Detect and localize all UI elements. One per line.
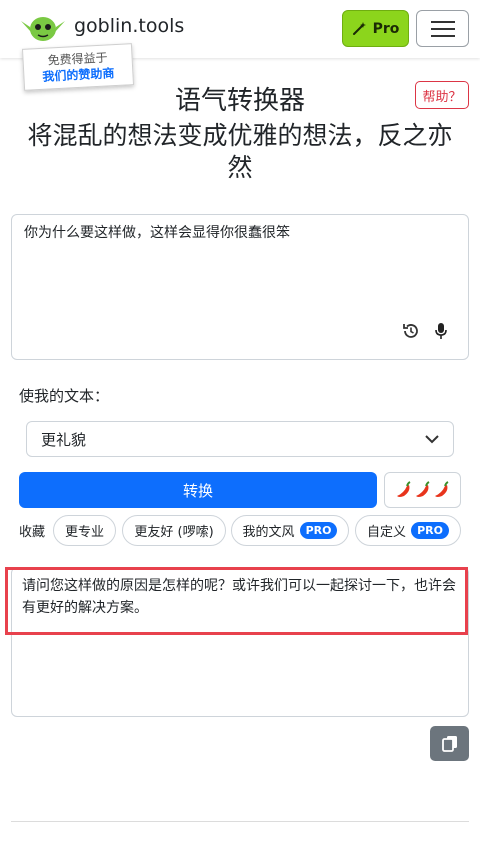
chip-label: 自定义 <box>367 525 407 540</box>
brand-name[interactable]: goblin.tools <box>74 15 184 37</box>
microphone-icon[interactable] <box>434 322 448 340</box>
make-text-label: 使我的文本： <box>19 387 110 405</box>
pro-badge: PRO <box>411 522 449 539</box>
chili-pepper-icon <box>415 481 429 497</box>
pro-button-label: Pro <box>372 20 400 37</box>
magic-wand-icon <box>352 22 366 35</box>
tone-select[interactable]: 更礼貌 <box>26 421 454 457</box>
chip-label: 我的文风 <box>242 525 295 540</box>
pro-button[interactable]: Pro <box>342 10 409 47</box>
chip-label: 更专业 <box>64 525 104 540</box>
input-textarea[interactable]: 你为什么要这样做，这样会显得你很蠢很笨 <box>11 214 469 360</box>
chili-pepper-icon <box>434 481 448 497</box>
input-tools <box>402 322 448 340</box>
pro-badge: PRO <box>299 522 338 539</box>
convert-button[interactable]: 转换 <box>19 472 377 508</box>
tone-select-value: 更礼貌 <box>41 430 87 449</box>
favorite-chip-custom[interactable]: 自定义 PRO <box>355 515 461 546</box>
footer-divider <box>11 821 469 822</box>
help-button[interactable]: 帮助？ <box>415 81 469 109</box>
chip-label: 更友好 (啰嗦) <box>134 525 214 540</box>
favorites-label: 收藏 <box>19 525 46 540</box>
page-subtitle: 将混乱的想法变成优雅的想法，反之亦然 <box>27 121 453 182</box>
copy-button[interactable] <box>430 726 469 761</box>
favorite-chip-professional[interactable]: 更专业 <box>53 515 116 546</box>
menu-toggle-button[interactable] <box>416 10 469 47</box>
favorite-chip-friendly[interactable]: 更友好 (啰嗦) <box>122 515 226 546</box>
chili-pepper-icon <box>396 481 410 497</box>
page-title: 语气转换器 <box>174 86 305 116</box>
chevron-down-icon <box>425 435 439 444</box>
copy-icon <box>441 736 457 752</box>
hamburger-icon <box>430 20 455 23</box>
history-icon[interactable] <box>402 322 420 340</box>
goblin-logo[interactable] <box>20 10 66 44</box>
spiciness-button[interactable] <box>384 472 461 508</box>
output-text: 请问您这样做的原因是怎样的呢？或许我们可以一起探讨一下，也许会有更好的解决方案。 <box>22 578 456 616</box>
favorite-chip-my-style[interactable]: 我的文风 PRO <box>231 515 349 546</box>
